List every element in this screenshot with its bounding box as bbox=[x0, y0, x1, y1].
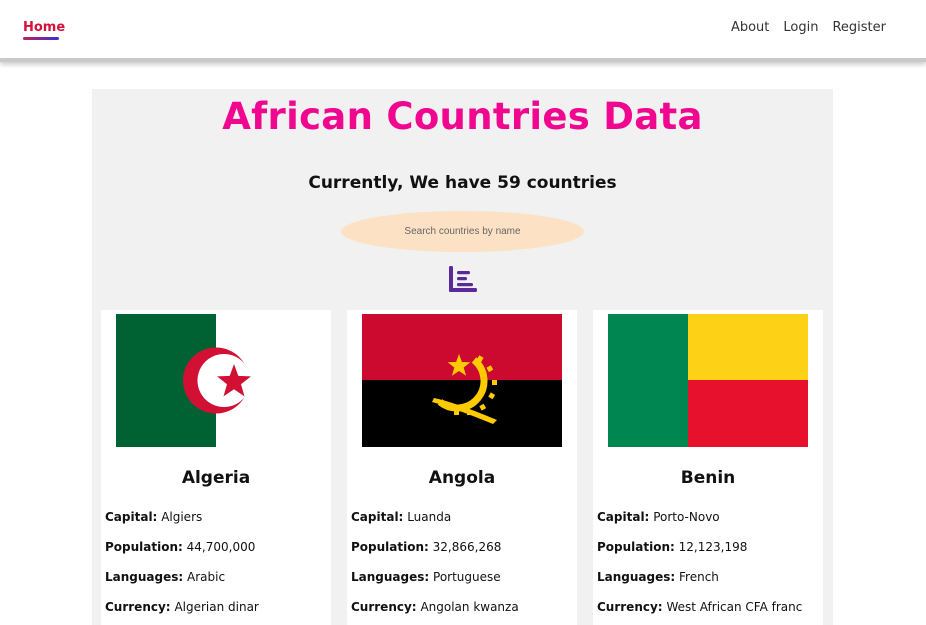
top-navbar: Home About Login Register bbox=[0, 0, 926, 62]
nav-home-underline bbox=[23, 37, 59, 40]
population-label: Population: bbox=[597, 540, 675, 554]
nav-about-link[interactable]: About bbox=[731, 20, 769, 35]
languages-value: French bbox=[679, 570, 719, 584]
benin-flag-image bbox=[608, 314, 808, 447]
capital-value: Luanda bbox=[407, 510, 452, 524]
nav-links: About Login Register bbox=[731, 20, 886, 35]
country-card: Angola Capital: Luanda Population: 32,86… bbox=[347, 310, 577, 625]
country-details: Capital: Porto-Novo Population: 12,123,1… bbox=[597, 510, 802, 625]
country-name: Angola bbox=[428, 468, 496, 488]
country-count-text: Currently, We have 59 countries bbox=[308, 173, 617, 193]
capital-label: Capital: bbox=[597, 510, 650, 524]
population-row: Population: 12,123,198 bbox=[597, 540, 802, 570]
page-title: African Countries Data bbox=[222, 95, 703, 138]
languages-row: Languages: Portuguese bbox=[351, 570, 519, 600]
country-card: Benin Capital: Porto-Novo Population: 12… bbox=[593, 310, 823, 625]
languages-label: Languages: bbox=[105, 570, 184, 584]
country-details: Capital: Algiers Population: 44,700,000 … bbox=[105, 510, 259, 625]
languages-value: Portuguese bbox=[433, 570, 501, 584]
population-value: 32,866,268 bbox=[432, 540, 502, 554]
currency-row: Currency: Angolan kwanza bbox=[351, 600, 519, 625]
population-value: 44,700,000 bbox=[186, 540, 256, 554]
capital-row: Capital: Algiers bbox=[105, 510, 259, 540]
country-card: Algeria Capital: Algiers Population: 44,… bbox=[101, 310, 331, 625]
country-cards: Algeria Capital: Algiers Population: 44,… bbox=[101, 310, 823, 625]
angola-flag-image bbox=[362, 314, 562, 447]
population-row: Population: 32,866,268 bbox=[351, 540, 519, 570]
capital-label: Capital: bbox=[105, 510, 158, 524]
country-name: Algeria bbox=[181, 468, 251, 488]
currency-label: Currency: bbox=[351, 600, 417, 614]
languages-row: Languages: French bbox=[597, 570, 802, 600]
currency-value: Algerian dinar bbox=[174, 600, 259, 614]
capital-label: Capital: bbox=[351, 510, 404, 524]
languages-value: Arabic bbox=[187, 570, 226, 584]
bar-chart-icon[interactable] bbox=[447, 265, 479, 295]
population-value: 12,123,198 bbox=[678, 540, 748, 554]
country-name: Benin bbox=[680, 468, 736, 488]
currency-label: Currency: bbox=[105, 600, 171, 614]
currency-row: Currency: West African CFA franc bbox=[597, 600, 802, 625]
nav-register-link[interactable]: Register bbox=[832, 20, 886, 35]
currency-label: Currency: bbox=[597, 600, 663, 614]
population-label: Population: bbox=[351, 540, 429, 554]
capital-row: Capital: Porto-Novo bbox=[597, 510, 802, 540]
capital-value: Porto-Novo bbox=[653, 510, 720, 524]
population-label: Population: bbox=[105, 540, 183, 554]
currency-value: West African CFA franc bbox=[666, 600, 803, 614]
capital-row: Capital: Luanda bbox=[351, 510, 519, 540]
languages-label: Languages: bbox=[351, 570, 430, 584]
search-input[interactable] bbox=[341, 211, 584, 252]
languages-label: Languages: bbox=[597, 570, 676, 584]
population-row: Population: 44,700,000 bbox=[105, 540, 259, 570]
nav-home-link[interactable]: Home bbox=[23, 20, 65, 35]
main-panel: African Countries Data Currently, We hav… bbox=[92, 89, 833, 625]
nav-login-link[interactable]: Login bbox=[783, 20, 818, 35]
currency-row: Currency: Algerian dinar bbox=[105, 600, 259, 625]
languages-row: Languages: Arabic bbox=[105, 570, 259, 600]
currency-value: Angolan kwanza bbox=[420, 600, 519, 614]
capital-value: Algiers bbox=[161, 510, 203, 524]
algeria-flag-image bbox=[116, 314, 316, 447]
country-details: Capital: Luanda Population: 32,866,268 L… bbox=[351, 510, 519, 625]
